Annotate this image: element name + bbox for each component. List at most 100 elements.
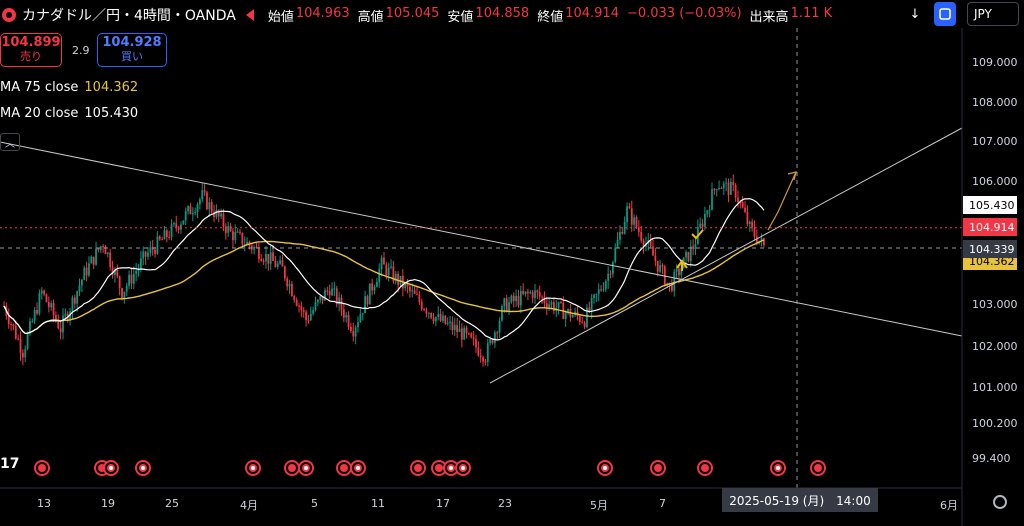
candle-body: [541, 296, 543, 298]
candle-body: [529, 292, 532, 294]
y-tick: 100.200: [972, 417, 1018, 430]
indicator-ma75[interactable]: MA 75 close 104.362: [0, 80, 138, 95]
candle-body: [451, 321, 454, 330]
economic-event-icon[interactable]: [103, 460, 119, 476]
economic-event-icon[interactable]: [597, 460, 613, 476]
indicator-ma20[interactable]: MA 20 close 105.430: [0, 106, 138, 121]
economic-event-icon[interactable]: [650, 460, 666, 476]
candle-body: [640, 231, 643, 241]
candle-body: [210, 202, 213, 213]
candle-body: [324, 290, 326, 301]
candle-body: [350, 326, 352, 332]
candle-body: [505, 298, 508, 312]
candle-body: [154, 249, 156, 254]
candle-body: [659, 265, 661, 272]
candle-body: [619, 232, 621, 240]
candle-body: [173, 223, 175, 225]
candle-body: [737, 197, 739, 202]
candle-body: [472, 337, 475, 340]
economic-event-icon[interactable]: [350, 460, 366, 476]
x-tick: 13: [37, 497, 51, 510]
candle-body: [460, 328, 463, 340]
candle-body: [342, 309, 345, 318]
economic-event-icon[interactable]: [298, 460, 314, 476]
economic-event-icon[interactable]: [455, 460, 471, 476]
collapse-legend-button[interactable]: ︿: [0, 133, 20, 151]
candle-body: [493, 332, 496, 344]
economic-event-icon[interactable]: [245, 460, 261, 476]
candle-body: [390, 266, 392, 268]
maximize-icon[interactable]: [934, 2, 956, 26]
candle-body: [43, 290, 46, 295]
candle-body: [501, 306, 503, 321]
y-tick: 99.400: [972, 452, 1011, 465]
candle-body: [442, 315, 444, 321]
candle-body: [715, 189, 718, 191]
candle-body: [484, 361, 487, 363]
candle-body: [538, 292, 541, 297]
market-closed-icon: [245, 9, 254, 21]
low-label: 安値: [447, 9, 474, 25]
arrow-down-icon[interactable]: ↓: [904, 2, 926, 26]
candle-body: [170, 224, 173, 238]
candle-body: [385, 264, 388, 276]
candle-body: [366, 296, 369, 305]
candle-body: [102, 246, 105, 248]
buy-button[interactable]: 104.928 買い: [97, 33, 167, 67]
candle-body: [78, 285, 81, 292]
candle-body: [40, 290, 43, 294]
ma75-value: 104.362: [84, 80, 139, 95]
candle-body: [416, 293, 418, 295]
candle-body: [673, 271, 676, 291]
candle-body: [475, 339, 477, 348]
settings-icon[interactable]: [993, 495, 1007, 509]
economic-event-icon[interactable]: [697, 460, 713, 476]
candle-body: [71, 297, 74, 312]
candle-body: [21, 352, 24, 358]
candle-body: [453, 325, 456, 330]
candle-body: [578, 316, 581, 322]
economic-event-icon[interactable]: [770, 460, 786, 476]
candle-body: [746, 211, 749, 225]
candle-body: [439, 314, 442, 321]
candle-body: [378, 269, 381, 282]
last-price-tag: 104.914: [963, 218, 1017, 236]
candle-body: [267, 253, 270, 264]
candle-body: [130, 274, 133, 284]
currency-select[interactable]: JPY: [967, 2, 1019, 26]
candle-body: [522, 290, 525, 294]
candle-body: [234, 231, 237, 241]
candle-body: [272, 252, 274, 261]
symbol-title[interactable]: カナダドル／円・4時間・OANDA: [22, 5, 236, 25]
candle-body: [59, 328, 62, 333]
economic-event-icon[interactable]: [34, 460, 50, 476]
candle-body: [600, 289, 602, 291]
candle-body: [260, 259, 263, 261]
candle-body: [430, 312, 433, 318]
candle-body: [489, 339, 492, 344]
candle-body: [763, 238, 765, 246]
candle-body: [328, 290, 331, 296]
candle-body: [253, 247, 256, 250]
economic-event-icon[interactable]: [410, 460, 426, 476]
candle-body: [699, 223, 702, 228]
candle-body: [560, 301, 562, 303]
candle-body: [496, 332, 499, 334]
candle-body: [616, 239, 619, 248]
candle-body: [609, 273, 612, 275]
candle-body: [628, 206, 631, 209]
candle-body: [361, 313, 364, 315]
sell-label: 売り: [20, 50, 42, 63]
candle-body: [232, 231, 234, 241]
candle-body: [305, 311, 307, 321]
y-tick: 103.000: [972, 298, 1018, 311]
economic-event-icon[interactable]: [135, 460, 151, 476]
candle-body: [191, 213, 194, 215]
candle-body: [477, 347, 480, 356]
sell-button[interactable]: 104.899 売り: [0, 33, 62, 67]
price-chart[interactable]: [0, 0, 1024, 526]
candle-body: [307, 320, 310, 322]
ma20-value: 105.430: [84, 106, 139, 121]
economic-event-icon[interactable]: [810, 460, 826, 476]
candle-body: [283, 266, 286, 279]
